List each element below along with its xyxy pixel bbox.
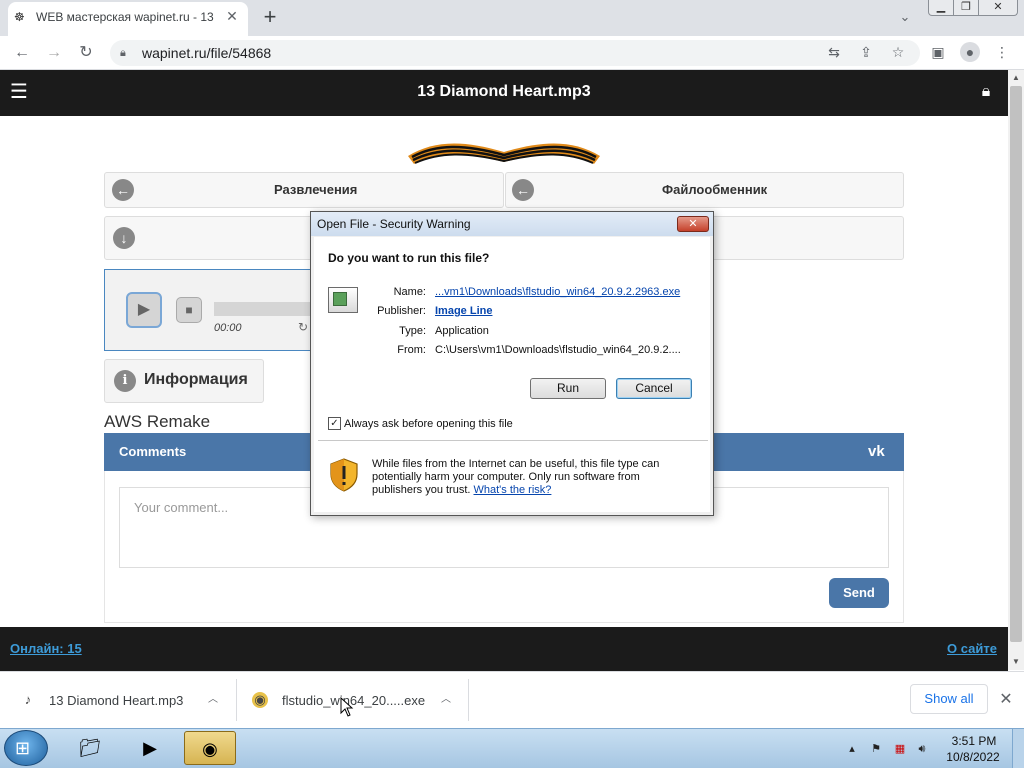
reload-icon[interactable]: ↻ — [74, 41, 98, 65]
progress-bar[interactable] — [214, 302, 314, 316]
from-label: From: — [397, 344, 426, 356]
warning-text-block: While files from the Internet can be use… — [372, 458, 692, 497]
file-name-link[interactable]: ...vm1\Downloads\flstudio_win64_20.9.2.2… — [435, 286, 680, 298]
media-player-taskbar-icon[interactable]: ▶ — [124, 731, 176, 765]
info-tab-label: Информация — [144, 371, 248, 388]
show-all-button[interactable]: Show all — [910, 684, 988, 714]
window-restore-button[interactable]: ❐ — [953, 0, 979, 16]
application-file-icon-detail — [333, 292, 347, 306]
scrollbar-thumb[interactable] — [1010, 86, 1022, 642]
tab-search-icon[interactable]: ⌄ — [896, 8, 914, 26]
cancel-button[interactable]: Cancel — [616, 378, 692, 399]
about-link[interactable]: О сайте — [947, 641, 997, 656]
action-center-icon[interactable]: ⚑ — [868, 741, 884, 757]
stop-button[interactable]: ■ — [176, 297, 202, 323]
network-icon[interactable]: ▦ — [892, 741, 908, 757]
player-time: 00:00 — [214, 322, 242, 334]
always-ask-label[interactable]: Always ask before opening this file — [344, 418, 513, 430]
comments-title: Comments — [119, 444, 187, 459]
download-arrow-icon: ↓ — [113, 227, 135, 249]
window-minimize-button[interactable]: ▁ — [928, 0, 954, 16]
close-icon[interactable]: ✕ — [996, 690, 1016, 710]
clock-time[interactable]: 3:51 PM — [948, 734, 1000, 748]
profile-icon[interactable]: ● — [960, 42, 980, 62]
mouse-cursor-icon — [340, 697, 354, 717]
new-tab-button[interactable]: + — [258, 5, 282, 29]
vk-icon[interactable]: vk — [868, 443, 885, 460]
always-ask-checkbox[interactable]: ✓ — [328, 417, 341, 430]
share-icon[interactable]: ⇪ — [856, 42, 876, 62]
online-count-link[interactable]: Онлайн: 15 — [10, 641, 82, 656]
dialog-divider — [318, 440, 708, 441]
audio-file-icon: ♪ — [24, 692, 32, 707]
window-close-button[interactable]: ✕ — [978, 0, 1018, 16]
url-text[interactable]: wapinet.ru/file/54868 — [142, 45, 271, 61]
play-button[interactable]: ▶ — [126, 292, 162, 328]
chrome-taskbar-icon[interactable]: ◉ — [184, 731, 236, 765]
volume-icon[interactable]: 🔊︎ — [914, 741, 930, 757]
arrow-left-icon: ← — [112, 179, 134, 201]
show-desktop-button[interactable] — [1012, 729, 1024, 768]
divider — [236, 679, 237, 721]
info-icon: i — [114, 370, 136, 392]
publisher-label: Publisher: — [377, 305, 426, 317]
tray-expand-icon[interactable]: ▴ — [844, 741, 860, 757]
tab-close-icon[interactable]: ✕ — [224, 8, 240, 24]
risk-link[interactable]: What's the risk? — [474, 484, 552, 496]
arrow-left-icon: ← — [512, 179, 534, 201]
publisher-link[interactable]: Image Line — [435, 305, 492, 317]
send-button[interactable]: Send — [829, 578, 889, 608]
translate-icon[interactable]: ⇆ — [824, 42, 844, 62]
windows-flag-icon: ⊞ — [15, 738, 31, 758]
dialog-close-button[interactable]: ✕ — [677, 216, 709, 232]
chevron-up-icon[interactable]: ︿ — [438, 692, 454, 708]
run-button[interactable]: Run — [530, 378, 606, 399]
dialog-title: Open File - Security Warning — [317, 217, 471, 231]
song-subtitle: AWS Remake — [104, 412, 211, 431]
ribbon-logo — [408, 143, 600, 164]
type-value: Application — [435, 325, 489, 337]
repeat-icon[interactable]: ↻ — [298, 320, 308, 334]
menu-dots-icon[interactable]: ⋮ — [992, 42, 1012, 62]
explorer-taskbar-icon[interactable]: 📁︎ — [64, 731, 116, 765]
scroll-down-icon[interactable]: ▼ — [1008, 656, 1024, 668]
scroll-up-icon[interactable]: ▲ — [1008, 72, 1024, 84]
from-value: C:\Users\vm1\Downloads\flstudio_win64_20… — [435, 344, 681, 356]
nav-file-exchange-label: Файлообменник — [662, 182, 768, 197]
lock-icon[interactable]: 🔒︎ — [120, 45, 134, 61]
forward-icon[interactable]: → — [42, 41, 66, 65]
nav-entertainment-label: Развлечения — [274, 182, 358, 197]
download-item-name: 13 Diamond Heart.mp3 — [49, 693, 184, 708]
installer-file-icon: ◉ — [252, 692, 268, 708]
chevron-up-icon[interactable]: ︿ — [205, 692, 221, 708]
shield-warning-icon — [330, 458, 358, 492]
type-label: Type: — [399, 325, 426, 337]
tab-title: WEB мастерская wapinet.ru - 13 — [36, 10, 214, 24]
back-icon[interactable]: ← — [10, 41, 34, 65]
name-label: Name: — [393, 286, 426, 298]
login-lock-icon[interactable]: 🔒︎ — [976, 82, 996, 102]
sidepanel-icon[interactable]: ▣ — [928, 42, 948, 62]
clock-date[interactable]: 10/8/2022 — [944, 750, 1002, 764]
divider — [468, 679, 469, 721]
page-title: 13 Diamond Heart.mp3 — [417, 83, 591, 100]
dialog-question: Do you want to run this file? — [328, 251, 490, 265]
favicon-icon: ☸ — [14, 10, 25, 24]
site-footer — [0, 627, 1008, 671]
star-icon[interactable]: ☆ — [888, 42, 908, 62]
